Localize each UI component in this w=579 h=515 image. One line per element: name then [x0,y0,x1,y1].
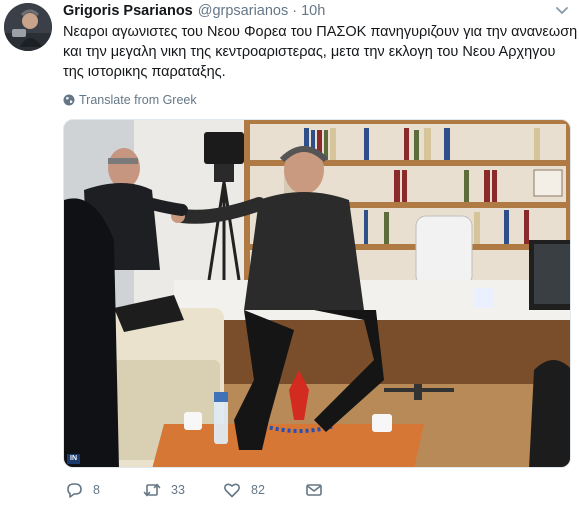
tweet-header: Grigoris Psarianos @grpsarianos · 10h [63,1,325,21]
monitor [529,240,570,310]
like-button[interactable]: 82 [223,480,265,500]
separator-dot: · [292,3,298,19]
retweet-button[interactable]: 33 [143,480,185,500]
reply-count: 8 [93,483,100,497]
chevron-down-icon[interactable] [555,5,569,15]
reply-button[interactable]: 8 [65,480,100,500]
tweet-card[interactable]: Grigoris Psarianos @grpsarianos · 10h Νε… [0,0,579,515]
tweet-text-line: της ιστορικης παραταξης. [63,64,226,80]
photo-scene [64,120,570,467]
tweet-text-line: και την μεγαλη νικη της κεντροαριστερας,… [63,44,556,60]
retweet-icon [143,483,161,497]
translate-link[interactable]: Translate from Greek [63,92,197,108]
tweet-actions: 8 33 82 [63,480,363,500]
direct-message-button[interactable] [305,480,333,500]
avatar[interactable] [4,3,52,51]
author-name[interactable]: Grigoris Psarianos [63,3,193,19]
author-handle[interactable]: @grpsarianos [198,3,288,19]
tweet-text: Νεαροι αγωνιστες του Νεου Φορεα του ΠΑΣΟ… [63,22,578,82]
foreground-person [64,198,119,467]
tweet-photo[interactable]: IN [63,119,571,468]
translate-label: Translate from Greek [79,93,197,107]
heart-icon [224,483,240,498]
like-count: 82 [251,483,265,497]
retweet-count: 33 [171,483,185,497]
tweet-text-line: Νεαροι αγωνιστες του Νεου Φορεα του ΠΑΣΟ… [63,24,578,40]
reply-icon [67,483,82,498]
envelope-icon [306,484,322,496]
globe-icon [63,94,75,106]
timestamp[interactable]: 10h [301,3,325,19]
watermark-badge: IN [67,454,80,464]
